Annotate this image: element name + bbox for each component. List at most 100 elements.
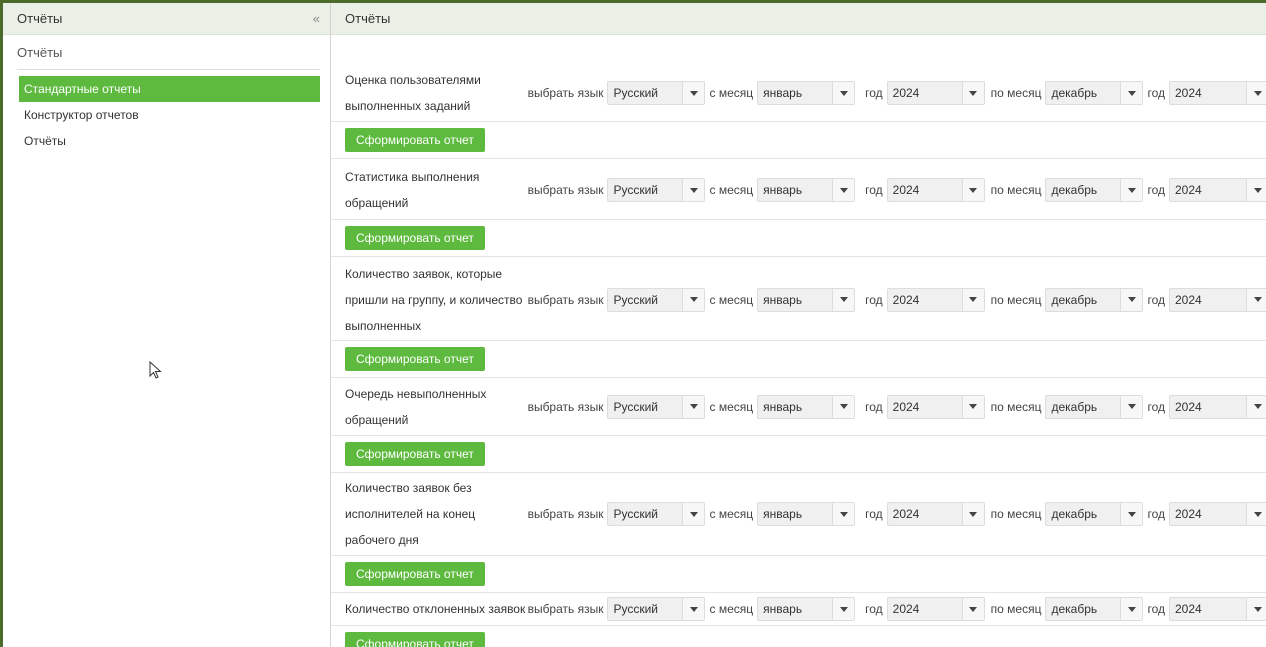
to-year-select[interactable]: 2024 xyxy=(1169,502,1266,526)
language-select[interactable]: Русский xyxy=(607,394,706,419)
language-select-value: Русский xyxy=(613,399,659,414)
language-select[interactable]: Русский xyxy=(607,81,706,105)
from-year-select[interactable]: 2024 xyxy=(886,394,985,419)
sidebar-item-label: Стандартные отчеты xyxy=(24,82,141,96)
sidebar-title: Отчёты xyxy=(17,11,63,26)
to-year-label: год xyxy=(1147,183,1165,197)
from-year-label: год xyxy=(865,292,883,307)
from-year-label: год xyxy=(865,507,883,521)
sidebar-item-report-builder[interactable]: Конструктор отчетов xyxy=(19,102,320,128)
report-controls: выбрать язык Русский с месяц январь год … xyxy=(528,178,1266,202)
from-month-select[interactable]: январь xyxy=(757,394,856,419)
generate-report-button[interactable]: Сформировать отчет xyxy=(345,632,485,647)
sidebar-header: Отчёты « xyxy=(3,3,330,35)
generate-report-button[interactable]: Сформировать отчет xyxy=(345,347,485,371)
sidebar-item-standard-reports[interactable]: Стандартные отчеты xyxy=(19,76,320,102)
caret-down-icon xyxy=(1246,179,1266,201)
to-year-select[interactable]: 2024 xyxy=(1169,287,1266,312)
report-params-row: Очередь невыполненных обращений выбрать … xyxy=(331,378,1266,436)
collapse-sidebar-icon[interactable]: « xyxy=(313,12,320,25)
caret-down-icon xyxy=(1120,395,1143,418)
report-actions-row: Сформировать отчет xyxy=(331,436,1266,473)
caret-down-icon xyxy=(1120,598,1143,620)
to-month-select[interactable]: декабрь xyxy=(1045,178,1144,202)
generate-report-button[interactable]: Сформировать отчет xyxy=(345,226,485,250)
from-month-select[interactable]: январь xyxy=(757,597,856,621)
from-month-select[interactable]: январь xyxy=(757,287,856,312)
generate-report-button[interactable]: Сформировать отчет xyxy=(345,562,485,586)
report-block: Количество заявок, которые пришли на гру… xyxy=(331,259,1266,378)
to-month-select[interactable]: декабрь xyxy=(1045,502,1144,526)
to-year-select[interactable]: 2024 xyxy=(1169,597,1266,621)
language-label: выбрать язык xyxy=(527,399,604,414)
page-title: Отчёты xyxy=(331,3,1266,35)
from-year-select[interactable]: 2024 xyxy=(886,502,985,526)
to-year-select[interactable]: 2024 xyxy=(1169,394,1266,419)
report-params-row: Количество отклоненных заявок выбрать яз… xyxy=(331,593,1266,626)
caret-down-icon xyxy=(682,598,705,620)
caret-down-icon xyxy=(961,179,984,201)
from-year-select[interactable]: 2024 xyxy=(886,597,985,621)
from-year-select-value: 2024 xyxy=(892,292,920,307)
from-year-select[interactable]: 2024 xyxy=(886,178,985,202)
report-title: Статистика выполнения обращений xyxy=(345,170,480,210)
from-month-select[interactable]: январь xyxy=(757,178,856,202)
report-controls: выбрать язык Русский с месяц январь год … xyxy=(528,597,1266,621)
to-year-label: год xyxy=(1147,507,1165,521)
caret-down-icon xyxy=(832,598,855,620)
to-month-label: по месяц xyxy=(990,507,1042,521)
report-params-row: Количество заявок, которые пришли на гру… xyxy=(331,259,1266,341)
to-month-select[interactable]: декабрь xyxy=(1045,597,1144,621)
sidebar-menu: Стандартные отчеты Конструктор отчетов О… xyxy=(3,76,330,154)
generate-report-button[interactable]: Сформировать отчет xyxy=(345,442,485,466)
language-label: выбрать язык xyxy=(527,292,604,307)
report-controls: выбрать язык Русский с месяц январь год … xyxy=(528,502,1266,526)
caret-down-icon xyxy=(1246,288,1266,311)
from-month-select[interactable]: январь xyxy=(757,81,856,105)
from-year-select[interactable]: 2024 xyxy=(886,287,985,312)
to-year-select[interactable]: 2024 xyxy=(1169,178,1266,202)
report-block: Оценка пользователями выполненных задани… xyxy=(331,65,1266,159)
language-select[interactable]: Русский xyxy=(607,178,706,202)
to-month-select[interactable]: декабрь xyxy=(1045,81,1144,105)
to-month-select-value: декабрь xyxy=(1051,183,1098,197)
to-month-select-value: декабрь xyxy=(1051,292,1098,307)
from-year-select-value: 2024 xyxy=(892,86,920,100)
language-select[interactable]: Русский xyxy=(607,287,706,312)
report-controls: выбрать язык Русский с месяц январь год … xyxy=(527,287,1266,312)
report-actions-row: Сформировать отчет xyxy=(331,122,1266,159)
report-actions-row: Сформировать отчет xyxy=(331,556,1266,593)
language-select-value: Русский xyxy=(613,86,659,100)
caret-down-icon xyxy=(1120,179,1143,201)
from-month-label: с месяц xyxy=(709,183,754,197)
to-month-select[interactable]: декабрь xyxy=(1045,394,1144,419)
to-month-select[interactable]: декабрь xyxy=(1045,287,1144,312)
from-year-select-value: 2024 xyxy=(892,507,920,521)
sidebar-item-label: Отчёты xyxy=(24,134,66,148)
language-label: выбрать язык xyxy=(527,183,604,197)
main-content: Отчёты Оценка пользователями выполненных… xyxy=(331,3,1266,647)
report-block: Очередь невыполненных обращений выбрать … xyxy=(331,378,1266,473)
from-month-select[interactable]: январь xyxy=(757,502,856,526)
report-params-row: Количество заявок без исполнителей на ко… xyxy=(331,473,1266,556)
caret-down-icon xyxy=(961,82,984,104)
language-label: выбрать язык xyxy=(527,86,604,100)
language-select[interactable]: Русский xyxy=(607,502,706,526)
generate-report-button[interactable]: Сформировать отчет xyxy=(345,128,485,152)
language-select-value: Русский xyxy=(613,183,659,197)
from-month-select-value: январь xyxy=(763,507,803,521)
to-year-select-value: 2024 xyxy=(1175,399,1202,414)
language-select[interactable]: Русский xyxy=(607,597,706,621)
language-label: выбрать язык xyxy=(527,507,604,521)
caret-down-icon xyxy=(832,288,855,311)
to-month-select-value: декабрь xyxy=(1051,602,1098,616)
from-month-select-value: январь xyxy=(763,399,803,414)
report-title: Количество заявок, которые пришли на гру… xyxy=(345,266,523,333)
report-actions-row: Сформировать отчет xyxy=(331,626,1266,647)
from-month-select-value: январь xyxy=(763,292,803,307)
caret-down-icon xyxy=(832,82,855,104)
to-year-label: год xyxy=(1147,399,1165,414)
from-year-select[interactable]: 2024 xyxy=(886,81,985,105)
sidebar-item-reports[interactable]: Отчёты xyxy=(19,128,320,154)
to-year-select[interactable]: 2024 xyxy=(1169,81,1266,105)
